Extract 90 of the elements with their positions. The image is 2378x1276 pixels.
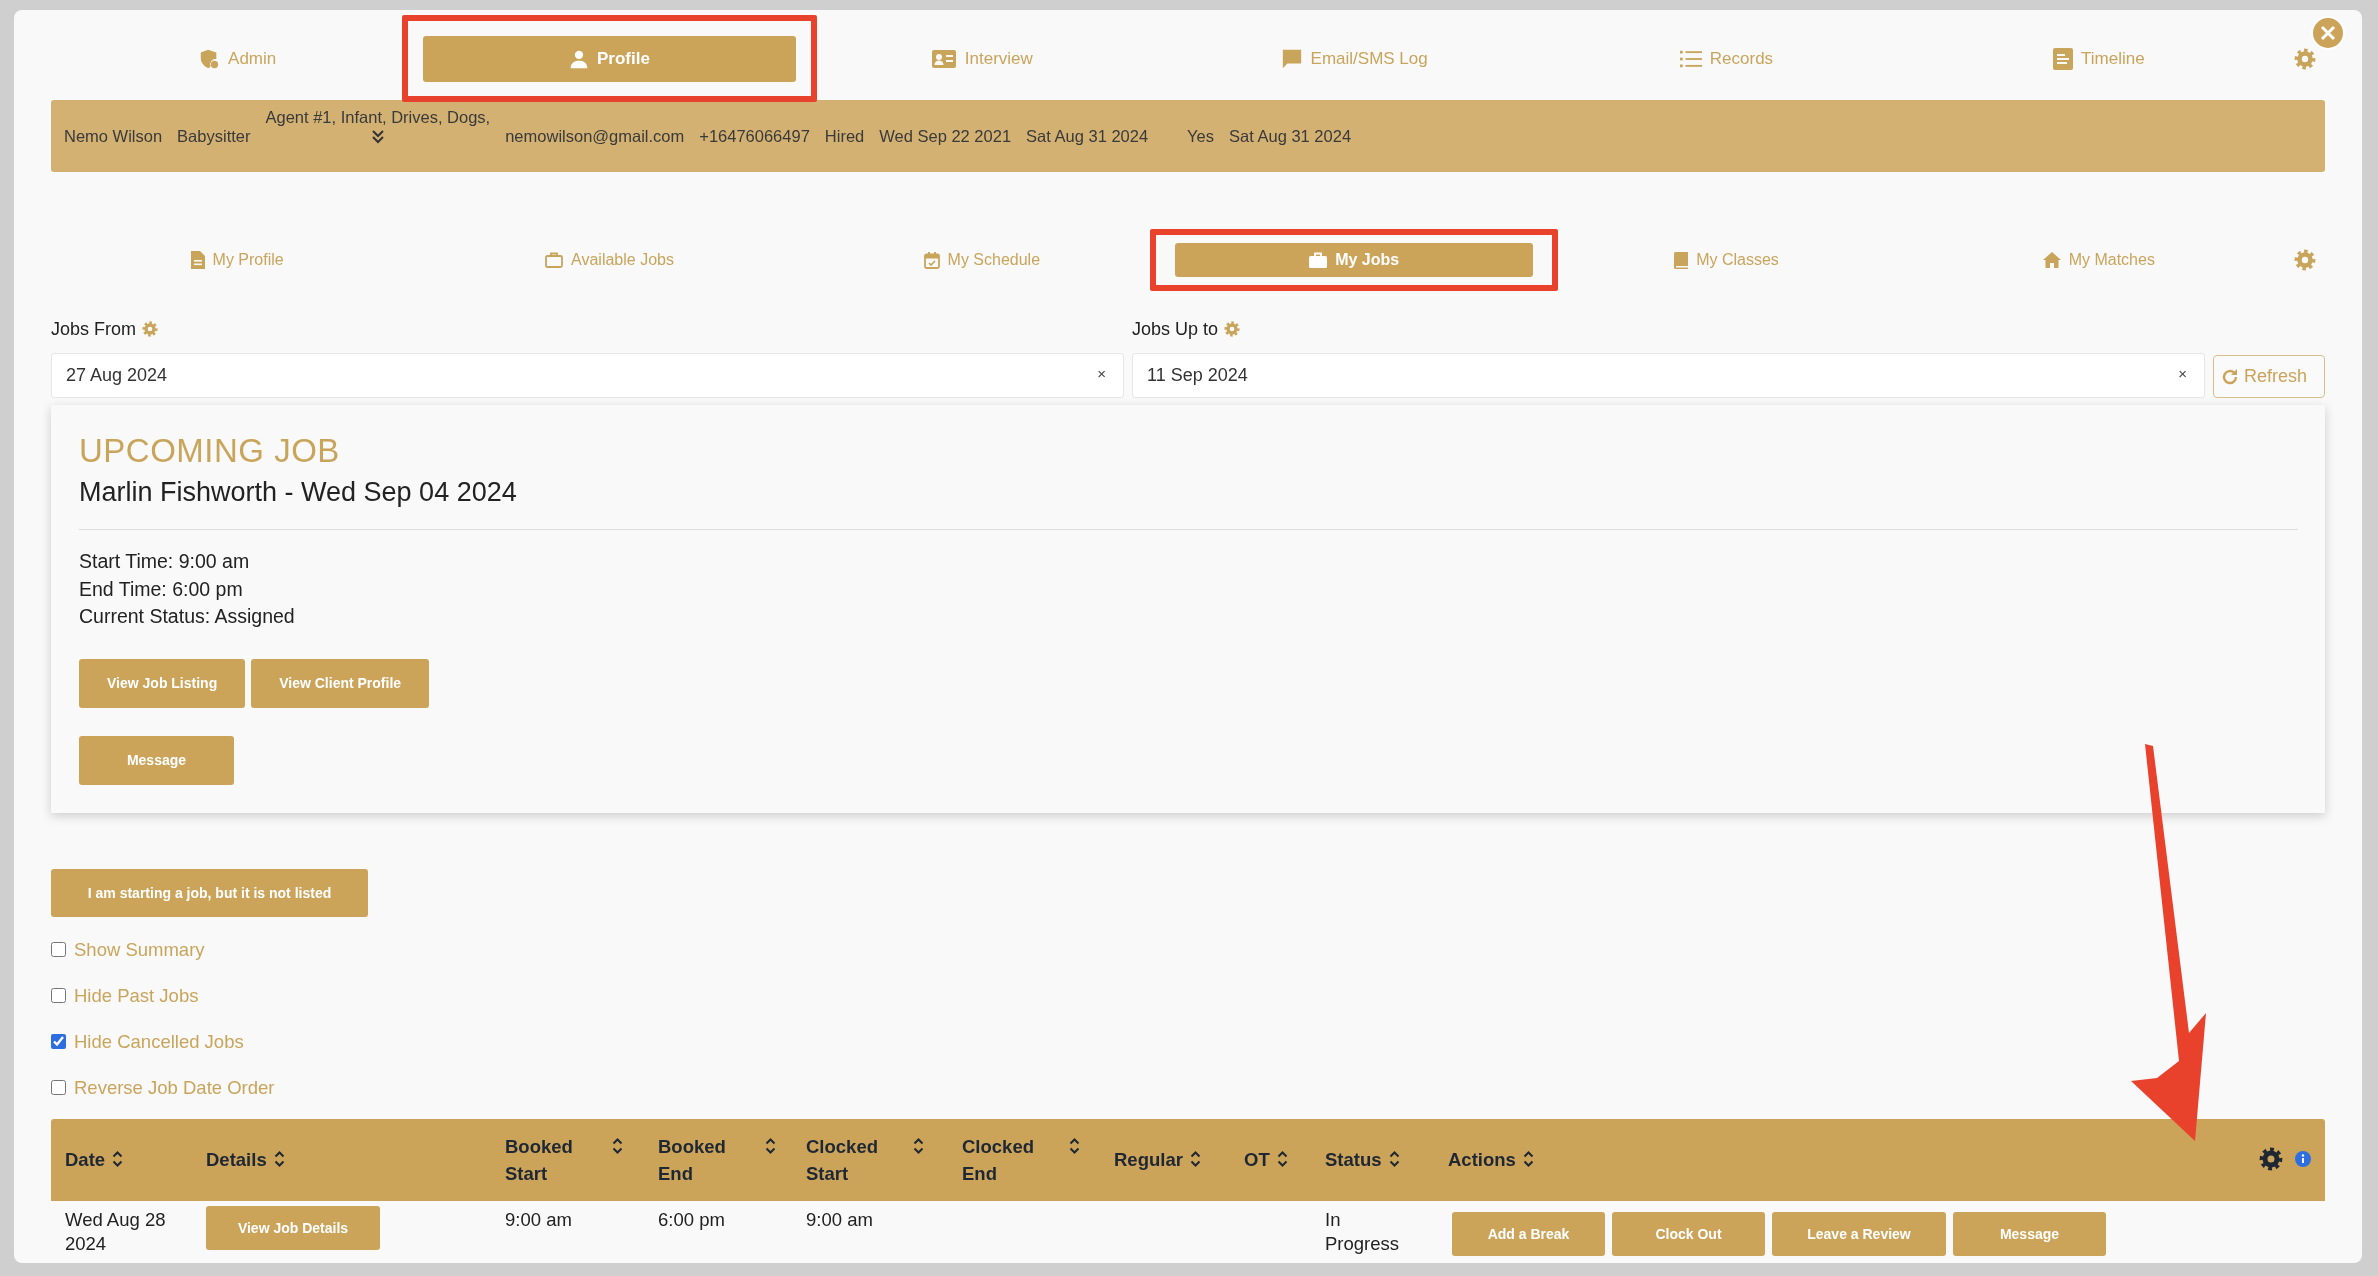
sort-icon[interactable]: [1388, 1150, 1400, 1168]
sort-icon[interactable]: [112, 1150, 124, 1168]
tab[interactable]: Records: [1540, 36, 1913, 82]
tab[interactable]: My Schedule: [802, 243, 1161, 277]
tab[interactable]: Email/SMS Log: [1168, 36, 1541, 82]
tab[interactable]: My Classes: [1547, 243, 1906, 277]
job-detail: Start Time: 9:00 am: [79, 549, 251, 574]
tab[interactable]: My Matches: [1919, 243, 2278, 277]
column-header[interactable]: Booked Start: [505, 1132, 605, 1187]
sort-icon[interactable]: [765, 1136, 776, 1155]
checkbox-label[interactable]: Hide Cancelled Jobs: [74, 1030, 244, 1053]
tab[interactable]: Interview: [795, 36, 1168, 82]
profile-field: Babysitter: [177, 126, 251, 146]
settings-icon[interactable]: [2259, 1146, 2283, 1171]
checkbox[interactable]: [51, 942, 66, 957]
column-header[interactable]: Regular: [1114, 1146, 1183, 1173]
checkbox-label[interactable]: Show Summary: [74, 938, 205, 961]
column-header[interactable]: OT: [1244, 1146, 1270, 1173]
profile-field: Agent #1, Infant, Drives, Dogs,: [265, 108, 491, 127]
profile-field: Wed Sep 22 2021: [879, 126, 1012, 146]
column-header[interactable]: Clocked Start: [806, 1132, 906, 1187]
table-cell-text: 9:00 am: [505, 1207, 573, 1232]
tab[interactable]: Admin: [51, 36, 424, 82]
job-heading: Marlin Fishworth - Wed Sep 04 2024: [79, 476, 518, 509]
briefcase-icon: [1309, 252, 1328, 268]
document-icon: [2053, 48, 2073, 70]
house-icon: [2042, 252, 2061, 268]
close-icon: [2320, 25, 2336, 41]
profile-field: Nemo Wilson: [64, 126, 163, 146]
job-detail: Current Status: Assigned: [79, 604, 296, 629]
person-icon: [569, 49, 590, 69]
column-header[interactable]: Details: [206, 1146, 267, 1173]
profile-field: Sat Aug 31 2024: [1026, 126, 1149, 146]
tab[interactable]: Timeline: [1912, 36, 2285, 82]
info-icon[interactable]: [2295, 1150, 2311, 1167]
column-header[interactable]: Date: [65, 1146, 106, 1173]
profile-field: Yes: [1187, 126, 1215, 146]
column-header[interactable]: Status: [1325, 1146, 1382, 1173]
tab[interactable]: My Profile: [58, 243, 417, 277]
refresh-button[interactable]: Refresh: [2213, 355, 2325, 398]
briefcase-icon: [545, 252, 564, 268]
sort-icon[interactable]: [1276, 1150, 1288, 1168]
calendar-icon: [923, 251, 940, 269]
checkbox-label[interactable]: Reverse Job Date Order: [74, 1076, 275, 1099]
action-button[interactable]: Clock Out: [1612, 1211, 1765, 1256]
clear-button[interactable]: ×: [1097, 365, 1106, 382]
column-header[interactable]: Clocked End: [962, 1132, 1062, 1187]
chat-bubble-icon: [1280, 48, 1303, 70]
book-icon: [1674, 251, 1689, 269]
action-button[interactable]: View Job Listing: [79, 658, 246, 708]
profile-field: Hired: [824, 126, 865, 146]
action-button[interactable]: Add a Break: [1452, 1211, 1605, 1256]
filter-label: Jobs Up to: [1132, 318, 1219, 340]
shield-icon: [198, 48, 221, 70]
action-button[interactable]: Message: [79, 735, 234, 785]
tab[interactable]: My Jobs: [1175, 243, 1534, 277]
checkbox[interactable]: [51, 1080, 66, 1095]
checkbox-label[interactable]: Hide Past Jobs: [74, 984, 199, 1007]
table-cell-text: 9:00 am: [806, 1207, 874, 1232]
column-header[interactable]: Actions: [1448, 1146, 1516, 1173]
action-button[interactable]: Message: [1953, 1211, 2106, 1256]
profile-field: nemowilson@gmail.com: [505, 126, 685, 146]
unlisted-job-button[interactable]: I am starting a job, but it is not listed: [51, 868, 368, 917]
view-details-button[interactable]: View Job Details: [206, 1205, 380, 1250]
checkbox[interactable]: [51, 1034, 66, 1049]
column-header[interactable]: Booked End: [658, 1132, 758, 1187]
table-cell-text: 6:00 pm: [658, 1207, 726, 1232]
tab[interactable]: Available Jobs: [430, 243, 789, 277]
sort-icon[interactable]: [1522, 1150, 1534, 1168]
table-cell-text: Wed Aug 28 2024: [65, 1207, 167, 1256]
double-chevron-down-icon[interactable]: [370, 129, 385, 145]
sort-icon[interactable]: [273, 1150, 285, 1168]
sort-icon[interactable]: [1189, 1150, 1201, 1168]
job-detail: End Time: 6:00 pm: [79, 576, 244, 602]
file-icon: [190, 251, 205, 269]
sort-icon[interactable]: [612, 1136, 623, 1155]
id-card-icon: [930, 48, 957, 70]
table-cell-text: In Progress: [1325, 1207, 1401, 1256]
sort-icon[interactable]: [913, 1136, 924, 1155]
action-button[interactable]: Leave a Review: [1772, 1211, 1946, 1256]
profile-field: +16476066497: [699, 126, 810, 146]
profile-field: Sat Aug 31 2024: [1229, 126, 1352, 146]
filter-label: Jobs From: [51, 318, 137, 340]
action-button[interactable]: View Client Profile: [251, 658, 430, 708]
tab[interactable]: Profile: [423, 36, 796, 82]
card-title: UPCOMING JOB: [79, 431, 341, 471]
list-icon: [1679, 49, 1702, 69]
clear-button[interactable]: ×: [2178, 365, 2187, 382]
checkbox[interactable]: [51, 988, 66, 1003]
sort-icon[interactable]: [1069, 1136, 1080, 1155]
